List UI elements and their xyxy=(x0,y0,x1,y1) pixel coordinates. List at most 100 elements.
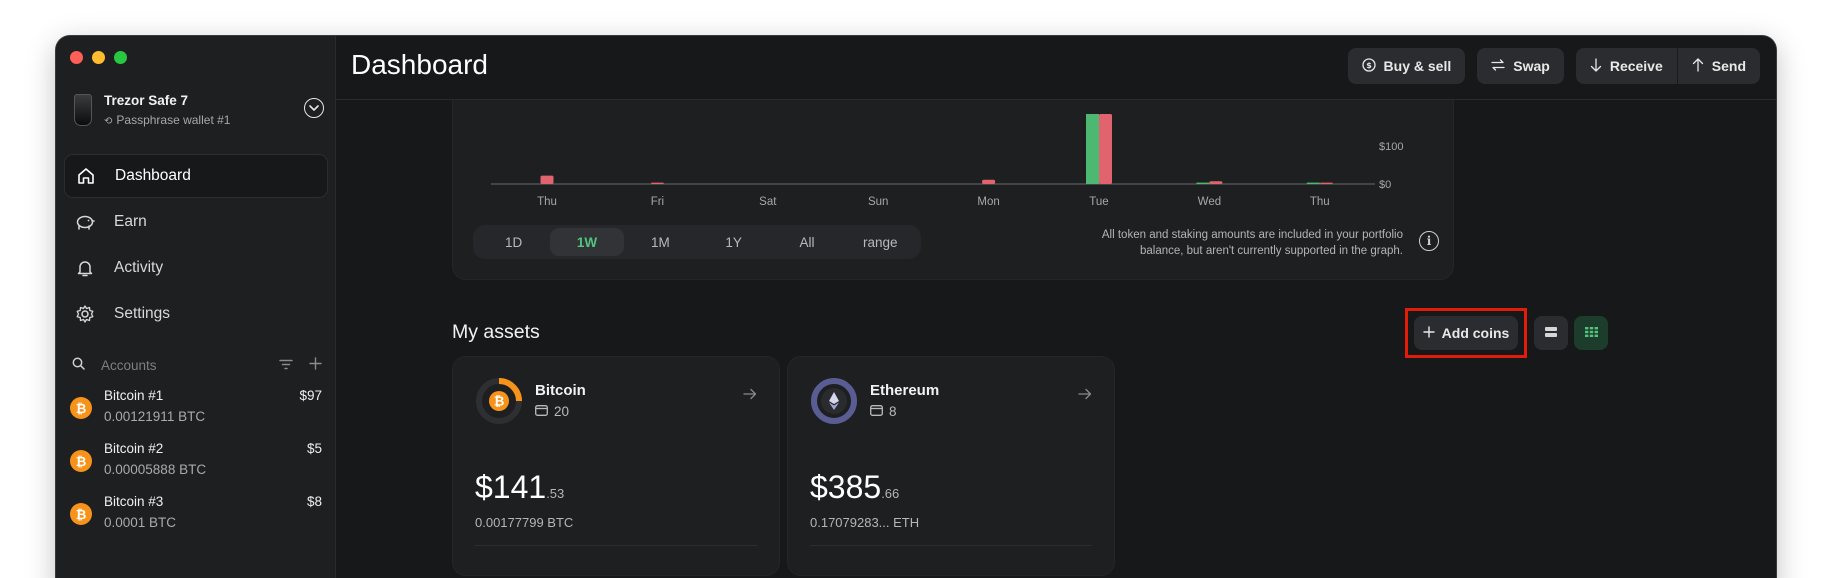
sidebar-item-settings[interactable]: Settings xyxy=(64,292,328,336)
main-content: Thu Fri Sat Sun Mon Tue Wed Thu $0 $100 1D 1W 1M … xyxy=(336,100,1776,578)
chart-x-tick-label: Sat xyxy=(759,196,777,208)
sidebar-item-dashboard[interactable]: Dashboard xyxy=(64,154,328,198)
info-icon[interactable]: i xyxy=(1419,231,1439,251)
grid-view-button[interactable] xyxy=(1574,316,1608,350)
account-item-bitcoin-3[interactable]: ₿ Bitcoin #3 $8 0.0001 BTC xyxy=(70,492,322,540)
ethereum-icon xyxy=(810,377,858,425)
window-controls xyxy=(70,51,127,64)
chart-x-tick-label: Thu xyxy=(537,196,557,208)
receive-send-group: Receive Send xyxy=(1575,48,1760,84)
chart-bar-red xyxy=(540,175,554,184)
account-fiat: $97 xyxy=(299,388,322,403)
chart-y-tick-label: $100 xyxy=(1379,141,1403,153)
minimize-window-button[interactable] xyxy=(92,51,105,64)
device-name: Trezor Safe 7 xyxy=(104,93,189,108)
range-option-1y[interactable]: 1Y xyxy=(697,228,770,256)
list-view-button[interactable] xyxy=(1534,316,1568,350)
device-switcher[interactable]: Trezor Safe 7 ⟲ Passphrase wallet #1 xyxy=(74,92,324,134)
asset-fiat-cents: .66 xyxy=(881,486,900,501)
page-title: Dashboard xyxy=(351,49,488,80)
sidebar-item-activity[interactable]: Activity xyxy=(64,246,328,290)
asset-fiat-value: $385.66 xyxy=(810,469,899,506)
send-button[interactable]: Send xyxy=(1677,48,1760,84)
app-window: Trezor Safe 7 ⟲ Passphrase wallet #1 Dash… xyxy=(56,36,1776,578)
send-label: Send xyxy=(1711,58,1746,74)
passphrase-link-icon: ⟲ xyxy=(104,116,113,127)
grid-view-icon xyxy=(1584,324,1598,342)
add-account-icon[interactable] xyxy=(309,357,322,373)
bitcoin-icon: ₿ xyxy=(475,377,523,425)
sidebar: Trezor Safe 7 ⟲ Passphrase wallet #1 Dash… xyxy=(56,36,336,578)
zoom-window-button[interactable] xyxy=(114,51,127,64)
trezor-device-icon xyxy=(74,94,92,126)
chart-x-tick-label: Fri xyxy=(651,196,664,208)
bitcoin-icon: ₿ xyxy=(70,450,92,472)
range-option-custom[interactable]: range xyxy=(844,228,917,256)
portfolio-bar-chart: Thu Fri Sat Sun Mon Tue Wed Thu $0 $100 xyxy=(491,114,1403,208)
sidebar-item-label: Activity xyxy=(114,259,164,276)
chart-x-tick-label: Wed xyxy=(1198,196,1221,208)
asset-fiat-cents: .53 xyxy=(546,486,565,501)
add-coins-button[interactable]: Add coins xyxy=(1414,316,1518,350)
chevron-down-icon[interactable] xyxy=(304,98,324,118)
wallet-label: Passphrase wallet #1 xyxy=(116,113,231,127)
swap-label: Swap xyxy=(1513,58,1550,74)
chart-bar-green xyxy=(1086,114,1099,184)
receive-button[interactable]: Receive xyxy=(1575,48,1678,84)
range-option-all[interactable]: All xyxy=(770,228,843,256)
chart-note: All token and staking amounts are includ… xyxy=(1063,227,1403,259)
accounts-label: Accounts xyxy=(101,357,157,373)
chart-bar-green xyxy=(1306,182,1320,184)
account-fiat: $5 xyxy=(306,441,322,456)
top-bar: Dashboard $ Buy & sell Swap Receive Send xyxy=(336,36,1776,100)
filter-icon[interactable] xyxy=(279,358,293,373)
asset-crypto-value: 0.17079283... ETH xyxy=(810,515,920,530)
sidebar-item-earn[interactable]: Earn xyxy=(64,200,328,244)
asset-fiat-main: $141 xyxy=(475,469,547,505)
asset-name: Bitcoin xyxy=(535,382,586,399)
chart-bar-red xyxy=(1099,114,1112,184)
dollar-coin-icon: $ xyxy=(1361,57,1376,75)
arrow-up-icon xyxy=(1692,57,1704,75)
account-item-bitcoin-1[interactable]: ₿ Bitcoin #1 $97 0.00121911 BTC xyxy=(70,386,322,434)
svg-text:₿: ₿ xyxy=(494,395,505,410)
device-wallet: ⟲ Passphrase wallet #1 xyxy=(104,113,230,127)
divider xyxy=(810,545,1092,546)
bitcoin-icon: ₿ xyxy=(70,503,92,525)
account-crypto: 0.00005888 BTC xyxy=(104,462,207,477)
buy-sell-button[interactable]: $ Buy & sell xyxy=(1347,48,1466,84)
wallet-icon xyxy=(535,404,548,419)
account-item-bitcoin-2[interactable]: ₿ Bitcoin #2 $5 0.00005888 BTC xyxy=(70,439,322,487)
asset-fiat-value: $141.53 xyxy=(475,469,564,506)
asset-card-ethereum[interactable]: Ethereum 8 $385.66 0.17079283... ETH xyxy=(787,356,1115,576)
chart-x-tick-label: Thu xyxy=(1310,196,1330,208)
wallet-icon xyxy=(870,404,883,419)
account-fiat: $8 xyxy=(306,494,322,509)
divider xyxy=(475,545,757,546)
list-view-icon xyxy=(1545,324,1557,342)
chart-y-tick-label: $0 xyxy=(1379,179,1391,191)
range-option-1w[interactable]: 1W xyxy=(550,228,624,256)
chart-bar-red xyxy=(1319,182,1333,184)
account-crypto: 0.0001 BTC xyxy=(104,515,177,530)
account-crypto: 0.00121911 BTC xyxy=(104,409,206,424)
receive-label: Receive xyxy=(1609,58,1663,74)
arrow-right-icon[interactable] xyxy=(1078,387,1092,405)
account-name: Bitcoin #1 xyxy=(104,388,164,403)
range-option-1d[interactable]: 1D xyxy=(477,228,550,256)
arrow-right-icon[interactable] xyxy=(743,387,757,405)
buy-sell-label: Buy & sell xyxy=(1383,58,1452,74)
chart-note-line-1: All token and staking amounts are includ… xyxy=(1101,229,1403,241)
chart-note-line-2: balance, but aren't currently supported … xyxy=(1139,245,1403,257)
close-window-button[interactable] xyxy=(70,51,83,64)
asset-card-bitcoin[interactable]: ₿ Bitcoin 20 $141.53 0.00177799 BTC xyxy=(452,356,780,576)
search-icon[interactable] xyxy=(72,357,85,373)
chart-bar-green xyxy=(1196,182,1210,184)
home-icon xyxy=(75,165,97,187)
range-option-1m[interactable]: 1M xyxy=(624,228,697,256)
portfolio-chart-card: Thu Fri Sat Sun Mon Tue Wed Thu $0 $100 1D 1W 1M … xyxy=(452,100,1454,280)
swap-button[interactable]: Swap xyxy=(1477,48,1564,84)
swap-arrows-icon xyxy=(1491,58,1505,74)
svg-text:$: $ xyxy=(1366,61,1372,70)
chart-bar-red xyxy=(1209,181,1223,184)
